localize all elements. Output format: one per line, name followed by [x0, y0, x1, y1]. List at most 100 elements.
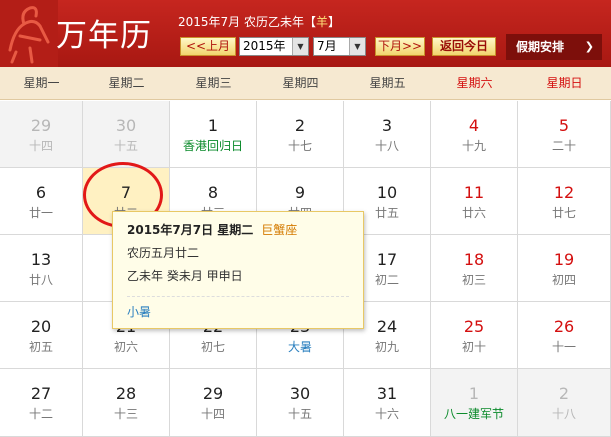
popover-date-row: 2015年7月7日 星期二 巨蟹座 [127, 221, 349, 238]
date-summary-prefix: 2015年7月 农历乙未年【 [178, 15, 316, 29]
popover-lunar-date: 农历五月廿二 [127, 246, 200, 260]
day-cell[interactable]: 6 廿一 [0, 168, 83, 235]
day-cell[interactable]: 12 廿七 [518, 168, 611, 235]
day-number: 8 [207, 183, 219, 202]
solar-term-label: 大暑 [287, 340, 312, 354]
lunar-date: 初三 [461, 273, 486, 287]
weekday-label: 星期四 [282, 76, 319, 90]
day-number: 26 [553, 317, 575, 336]
day-number: 25 [463, 317, 485, 336]
month-select[interactable]: 7月 ▼ [313, 37, 366, 56]
day-cell[interactable]: 20 初五 [0, 302, 83, 369]
chevron-down-icon[interactable]: ▼ [349, 38, 365, 55]
lunar-date: 十七 [287, 139, 312, 153]
day-cell[interactable]: 1 香港回归日 [170, 101, 257, 168]
day-cell[interactable]: 1 八一建军节 [431, 369, 518, 437]
lunar-date: 初七 [200, 340, 225, 354]
day-cell[interactable]: 30 十五 [83, 101, 170, 168]
weekday-label: 星期日 [546, 76, 583, 90]
chevron-right-icon: ❯ [584, 40, 594, 53]
day-cell[interactable]: 28 十三 [83, 369, 170, 437]
lunar-date: 廿一 [28, 206, 53, 220]
day-cell[interactable]: 5 二十 [518, 101, 611, 168]
day-cell[interactable]: 18 初三 [431, 235, 518, 302]
weekday-label: 星期六 [456, 76, 493, 90]
day-number: 10 [376, 183, 398, 202]
weekday-label: 星期五 [369, 76, 406, 90]
day-number: 2 [558, 384, 570, 403]
lunar-date: 十五 [287, 407, 312, 421]
day-number: 12 [553, 183, 575, 202]
holiday-label: 香港回归日 [182, 139, 243, 153]
day-cell[interactable]: 26 十一 [518, 302, 611, 369]
header-bar: 万年历 2015年7月 农历乙未年【羊】 <<上月 2015年 ▼ 7月 ▼ 下… [0, 0, 611, 67]
day-number: 28 [115, 384, 137, 403]
next-month-button[interactable]: 下月>> [375, 37, 425, 56]
day-number: 4 [468, 116, 480, 135]
zodiac-label: 羊 [316, 15, 329, 29]
day-cell[interactable]: 19 初四 [518, 235, 611, 302]
lunar-date: 十五 [113, 139, 138, 153]
lunar-date: 初十 [461, 340, 486, 354]
day-number: 5 [558, 116, 570, 135]
lunar-date: 十一 [551, 340, 576, 354]
day-cell[interactable]: 3 十八 [344, 101, 431, 168]
day-cell[interactable]: 13 廿八 [0, 235, 83, 302]
day-cell[interactable]: 31 十六 [344, 369, 431, 437]
day-number: 29 [30, 116, 52, 135]
lunar-date: 十四 [200, 407, 225, 421]
date-summary: 2015年7月 农历乙未年【羊】 [178, 13, 340, 30]
lunar-date: 初九 [374, 340, 399, 354]
popover-divider [127, 296, 349, 297]
lunar-date: 十二 [28, 407, 53, 421]
day-cell[interactable]: 25 初十 [431, 302, 518, 369]
day-cell[interactable]: 29 十四 [0, 101, 83, 168]
lunar-date: 十六 [374, 407, 399, 421]
back-to-today-button[interactable]: 返回今日 [432, 37, 496, 56]
lunar-date: 初四 [551, 273, 576, 287]
day-number: 30 [289, 384, 311, 403]
day-number: 6 [35, 183, 47, 202]
year-select[interactable]: 2015年 ▼ [239, 37, 309, 56]
day-cell[interactable]: 2 十八 [518, 369, 611, 437]
lunar-date: 十三 [113, 407, 138, 421]
holiday-schedule-menu[interactable]: 假期安排 ❯ [506, 34, 602, 60]
lunar-date: 廿八 [28, 273, 53, 287]
date-summary-suffix: 】 [328, 15, 341, 29]
day-number: 9 [294, 183, 306, 202]
day-detail-popover: 2015年7月7日 星期二 巨蟹座 农历五月廿二 乙未年 癸未月 甲申日 小暑 [112, 211, 364, 329]
day-cell[interactable]: 4 十九 [431, 101, 518, 168]
lunar-date: 二十 [551, 139, 576, 153]
popover-solar-term[interactable]: 小暑 [127, 303, 349, 320]
day-number: 1 [468, 384, 480, 403]
day-cell[interactable]: 2 十七 [257, 101, 344, 168]
chevron-down-icon[interactable]: ▼ [292, 38, 308, 55]
lunar-date: 十四 [28, 139, 53, 153]
day-cell[interactable]: 29 十四 [170, 369, 257, 437]
lunar-date: 十九 [461, 139, 486, 153]
weekday-label: 星期三 [195, 76, 232, 90]
day-number: 11 [463, 183, 485, 202]
day-number: 3 [381, 116, 393, 135]
holiday-label: 八一建军节 [443, 407, 504, 421]
day-cell[interactable]: 11 廿六 [431, 168, 518, 235]
day-number: 30 [115, 116, 137, 135]
lunar-date: 廿六 [461, 206, 486, 220]
day-number: 13 [30, 250, 52, 269]
day-cell[interactable]: 27 十二 [0, 369, 83, 437]
weekday-label: 星期二 [108, 76, 145, 90]
weekday-header: 星期一 星期二 星期三 星期四 星期五 星期六 星期日 [0, 67, 611, 100]
prev-month-button[interactable]: <<上月 [180, 37, 236, 56]
day-number: 19 [553, 250, 575, 269]
day-number: 1 [207, 116, 219, 135]
lunar-date: 初六 [113, 340, 138, 354]
holiday-schedule-label: 假期安排 [516, 40, 565, 54]
day-cell[interactable]: 30 十五 [257, 369, 344, 437]
popover-constellation[interactable]: 巨蟹座 [261, 223, 297, 237]
year-select-value: 2015年 [243, 39, 286, 53]
day-number: 18 [463, 250, 485, 269]
goat-logo-icon [0, 0, 58, 67]
weekday-label: 星期一 [23, 76, 60, 90]
lunar-date: 十八 [374, 139, 399, 153]
day-number: 31 [376, 384, 398, 403]
